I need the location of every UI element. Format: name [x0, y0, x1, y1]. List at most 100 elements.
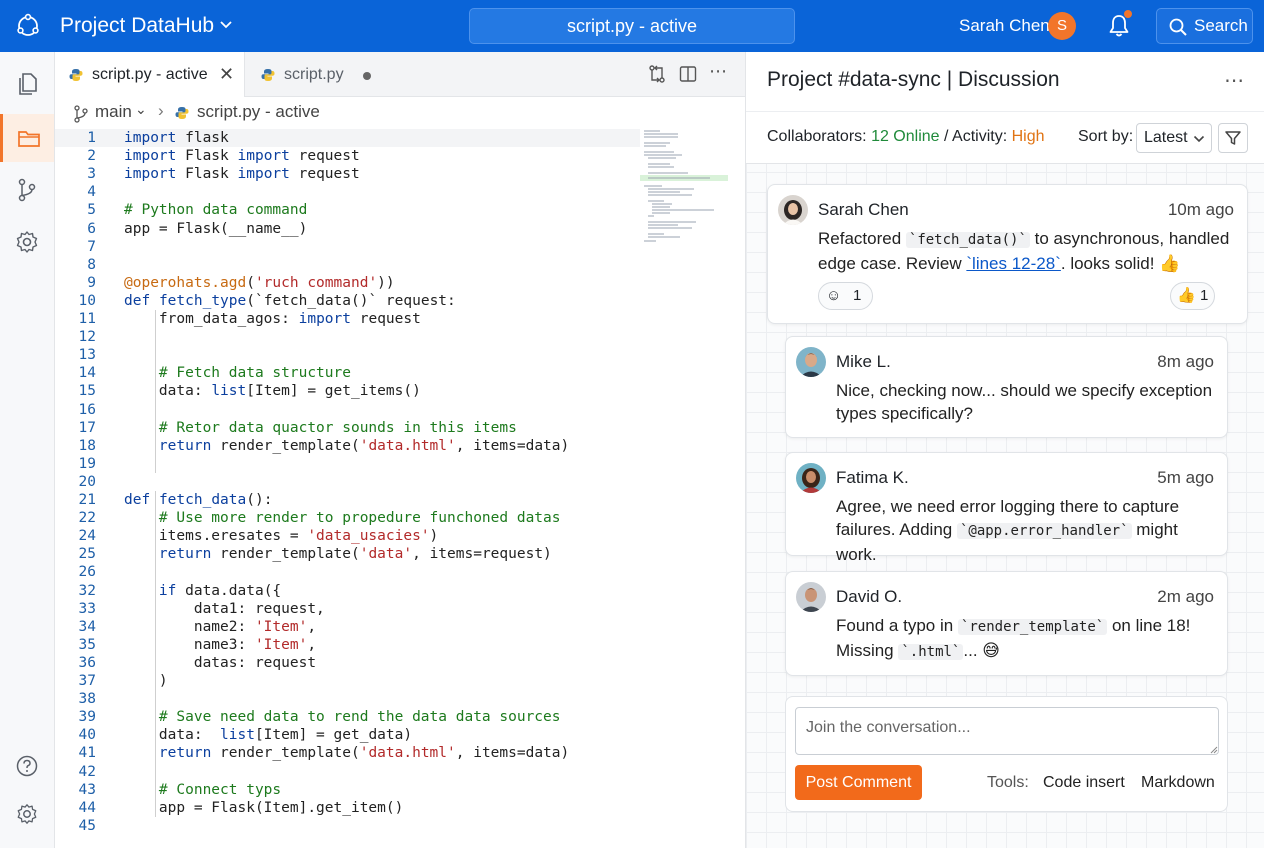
- code-line[interactable]: 26: [55, 563, 640, 581]
- code-line[interactable]: 37 ): [55, 672, 640, 690]
- help-button[interactable]: [0, 742, 54, 790]
- code-line[interactable]: 13: [55, 346, 640, 364]
- code-line[interactable]: 42: [55, 763, 640, 781]
- code-text: def fetch_data():: [124, 492, 273, 508]
- code-text: ): [124, 673, 168, 689]
- code-line[interactable]: 11 from_data_agos: import request: [55, 310, 640, 328]
- code-line[interactable]: 36 datas: request: [55, 654, 640, 672]
- line-reference-link[interactable]: `lines 12-28`: [966, 254, 1061, 273]
- code-line[interactable]: 39 # Save need data to rend the data dat…: [55, 708, 640, 726]
- code-text: items.eresates = 'data_usacies'): [124, 528, 439, 545]
- code-line[interactable]: 18 return render_template('data.html', i…: [55, 437, 640, 455]
- code-line[interactable]: 38: [55, 690, 640, 708]
- avatar[interactable]: S: [1048, 12, 1076, 40]
- line-number: 45: [78, 817, 96, 834]
- avatar[interactable]: [796, 582, 826, 612]
- settings-button[interactable]: [0, 790, 54, 838]
- code-line[interactable]: 25 return render_template('data', items=…: [55, 545, 640, 563]
- more-options-icon[interactable]: ⋯: [1224, 68, 1245, 93]
- folder-button[interactable]: [0, 114, 54, 162]
- reaction-thumbs-up[interactable]: 👍 1: [1170, 282, 1215, 310]
- code-line[interactable]: 7: [55, 238, 640, 256]
- code-line[interactable]: 8: [55, 256, 640, 274]
- minimap[interactable]: [640, 129, 730, 259]
- logo-icon: [17, 13, 39, 36]
- code-line[interactable]: 5 # Python data command: [55, 201, 640, 219]
- code-line[interactable]: 12: [55, 328, 640, 346]
- reaction-smile[interactable]: ☺ 1: [818, 282, 873, 310]
- code-line[interactable]: 9 @operohats.agd('ruch command')): [55, 274, 640, 292]
- code-line[interactable]: 21 def fetch_data():: [55, 491, 640, 509]
- code-line[interactable]: 19: [55, 455, 640, 473]
- comment-author[interactable]: Fatima K.: [836, 468, 909, 488]
- tab-script[interactable]: script.py: [245, 52, 385, 97]
- code-line[interactable]: 40 data: list[Item] = get_data): [55, 726, 640, 744]
- line-number: 43: [78, 781, 96, 798]
- code-line[interactable]: 16: [55, 401, 640, 419]
- code-line[interactable]: 44 app = Flask(Item].get_item(): [55, 799, 640, 817]
- user-name[interactable]: Sarah Chen: [959, 16, 1050, 36]
- code-line[interactable]: 1 import flask: [55, 129, 640, 147]
- comment-author[interactable]: Sarah Chen: [818, 200, 909, 220]
- code-line[interactable]: 10 def fetch_type(`fetch_data()` request:: [55, 292, 640, 310]
- split-editor-icon[interactable]: [678, 64, 698, 84]
- markdown-button[interactable]: Markdown: [1141, 774, 1215, 792]
- code-line[interactable]: 43 # Connect typs: [55, 781, 640, 799]
- search-button[interactable]: Search: [1156, 8, 1253, 44]
- code-line[interactable]: 3 import Flask import request: [55, 165, 640, 183]
- source-control-button[interactable]: [0, 166, 54, 214]
- code-line[interactable]: 35 name3: 'Item',: [55, 636, 640, 654]
- code-line[interactable]: 41 return render_template('data.html', i…: [55, 744, 640, 762]
- code-text: @operohats.agd('ruch command')): [124, 274, 395, 291]
- code-line[interactable]: 22 # Use more render to propedure funcho…: [55, 509, 640, 527]
- filter-button[interactable]: [1218, 123, 1248, 153]
- branch-name[interactable]: main: [95, 102, 132, 122]
- inline-code: `.html`: [898, 644, 964, 660]
- code-line[interactable]: 17 # Retor data quactor sounds in this i…: [55, 419, 640, 437]
- avatar[interactable]: [778, 195, 808, 225]
- code-text: import Flask import request: [124, 166, 360, 183]
- code-line[interactable]: 4: [55, 183, 640, 201]
- tab-script-active[interactable]: script.py - active ✕: [55, 52, 245, 97]
- code-line[interactable]: 2 import Flask import request: [55, 147, 640, 165]
- compare-icon[interactable]: [647, 64, 667, 84]
- resize-grip-icon[interactable]: [1210, 746, 1218, 754]
- explorer-button[interactable]: [0, 60, 54, 108]
- avatar[interactable]: [796, 347, 826, 377]
- code-line[interactable]: 14 # Fetch data structure: [55, 364, 640, 382]
- code-line[interactable]: 24 items.eresates = 'data_usacies'): [55, 527, 640, 545]
- code-line[interactable]: 45: [55, 817, 640, 835]
- comment-text: . looks solid! 👍: [1060, 254, 1181, 273]
- chevron-down-icon[interactable]: ⌄: [135, 101, 147, 118]
- sort-select[interactable]: Latest: [1136, 123, 1212, 153]
- code-insert-button[interactable]: Code insert: [1043, 774, 1125, 792]
- extensions-button[interactable]: [0, 218, 54, 266]
- post-comment-button[interactable]: Post Comment: [795, 765, 922, 800]
- code-line[interactable]: 32 if data.data({: [55, 582, 640, 600]
- code-line[interactable]: 15 data: list[Item] = get_items(): [55, 382, 640, 400]
- tab-label: script.py: [284, 66, 344, 83]
- code-text: name2: 'Item',: [124, 618, 317, 635]
- close-icon[interactable]: ✕: [219, 52, 234, 97]
- active-file-title[interactable]: script.py - active: [469, 8, 795, 44]
- comment-body: Refactored `fetch_data()` to asynchronou…: [818, 227, 1233, 275]
- breadcrumb-file[interactable]: script.py - active: [197, 102, 320, 122]
- comment-text: Found a typo in: [836, 616, 958, 635]
- line-number: 5: [87, 202, 96, 219]
- comment-author[interactable]: Mike L.: [836, 352, 891, 372]
- reaction-count: 1: [853, 287, 862, 304]
- code-line[interactable]: 34 name2: 'Item',: [55, 618, 640, 636]
- comment-input[interactable]: [795, 707, 1219, 755]
- notification-dot: [1124, 10, 1132, 18]
- code-line[interactable]: 33 data1: request,: [55, 600, 640, 618]
- files-icon: [19, 73, 37, 95]
- more-actions-icon[interactable]: ⋯: [709, 61, 727, 82]
- code-line[interactable]: 6 app = Flask(__name__): [55, 220, 640, 238]
- app-title[interactable]: Project DataHub: [60, 14, 214, 38]
- comment-body: Found a typo in `render_template` on lin…: [836, 614, 1213, 664]
- code-line[interactable]: 20: [55, 473, 640, 491]
- gear-icon: [16, 231, 38, 253]
- avatar[interactable]: [796, 463, 826, 493]
- chevron-down-icon[interactable]: [218, 16, 234, 32]
- comment-author[interactable]: David O.: [836, 587, 902, 607]
